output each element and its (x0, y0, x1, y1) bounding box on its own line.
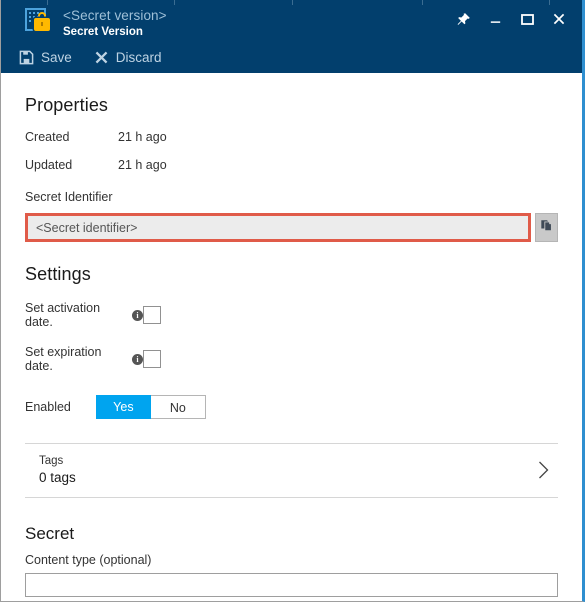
expiration-date-checkbox[interactable] (143, 350, 161, 368)
window-controls (448, 6, 574, 32)
enabled-toggle-yes[interactable]: Yes (95, 395, 151, 419)
created-label: Created (25, 130, 70, 144)
activation-date-checkbox[interactable] (143, 306, 161, 324)
discard-label: Discard (115, 50, 162, 65)
tags-row[interactable]: Tags 0 tags (25, 443, 558, 498)
title-text-group: <Secret version> Secret Version (63, 8, 167, 40)
discard-icon (94, 50, 109, 65)
tags-label: Tags (39, 455, 64, 467)
secret-heading: Secret (25, 524, 75, 543)
activation-info-icon[interactable]: i (132, 309, 143, 321)
secret-version-lock-icon (23, 7, 53, 37)
maximize-icon[interactable] (512, 6, 542, 32)
updated-label: Updated (25, 158, 73, 172)
secret-identifier-label: Secret Identifier (25, 190, 113, 204)
property-row-updated: Updated 21 h ago (25, 158, 558, 172)
minimize-icon[interactable] (480, 6, 510, 32)
enabled-toggle-no[interactable]: No (150, 395, 206, 419)
updated-value: 21 h ago (118, 158, 167, 172)
discard-button[interactable]: Discard (94, 50, 162, 65)
chevron-right-icon (537, 460, 558, 480)
save-label: Save (41, 50, 72, 65)
setting-row-activation: Set activation date. i (25, 301, 558, 329)
page-title: <Secret version> (63, 8, 167, 23)
secret-identifier-row: <Secret identifier> (25, 213, 558, 242)
secret-identifier-input[interactable]: <Secret identifier> (25, 213, 531, 242)
setting-row-enabled: Enabled Yes No (25, 395, 558, 419)
page-subtitle: Secret Version (63, 26, 143, 38)
property-row-created: Created 21 h ago (25, 130, 558, 144)
pin-icon[interactable] (448, 6, 478, 32)
command-bar: Save Discard (1, 42, 582, 73)
expiration-info-icon[interactable]: i (132, 353, 143, 365)
properties-heading: Properties (25, 95, 109, 115)
expiration-date-label: Set expiration date. (25, 345, 102, 373)
blade-tick-strip (1, 0, 582, 5)
copy-icon (540, 218, 554, 237)
created-value: 21 h ago (118, 130, 167, 144)
secret-version-blade: <Secret version> Secret Version Save Dis… (0, 0, 585, 602)
settings-heading: Settings (25, 264, 91, 284)
copy-button[interactable] (535, 213, 558, 242)
save-icon (19, 50, 34, 65)
blade-content: Properties Created 21 h ago Updated 21 h… (1, 73, 582, 598)
enabled-toggle: Yes No (95, 395, 206, 419)
setting-row-expiration: Set expiration date. i (25, 345, 558, 373)
activation-date-label: Set activation date. (25, 301, 101, 329)
save-button[interactable]: Save (19, 50, 72, 65)
title-bar: <Secret version> Secret Version (1, 0, 582, 42)
close-icon[interactable] (544, 6, 574, 32)
content-type-input[interactable] (25, 573, 558, 597)
tags-count: 0 tags (39, 470, 76, 485)
enabled-label: Enabled (25, 400, 71, 414)
content-type-label: Content type (optional) (25, 553, 152, 567)
